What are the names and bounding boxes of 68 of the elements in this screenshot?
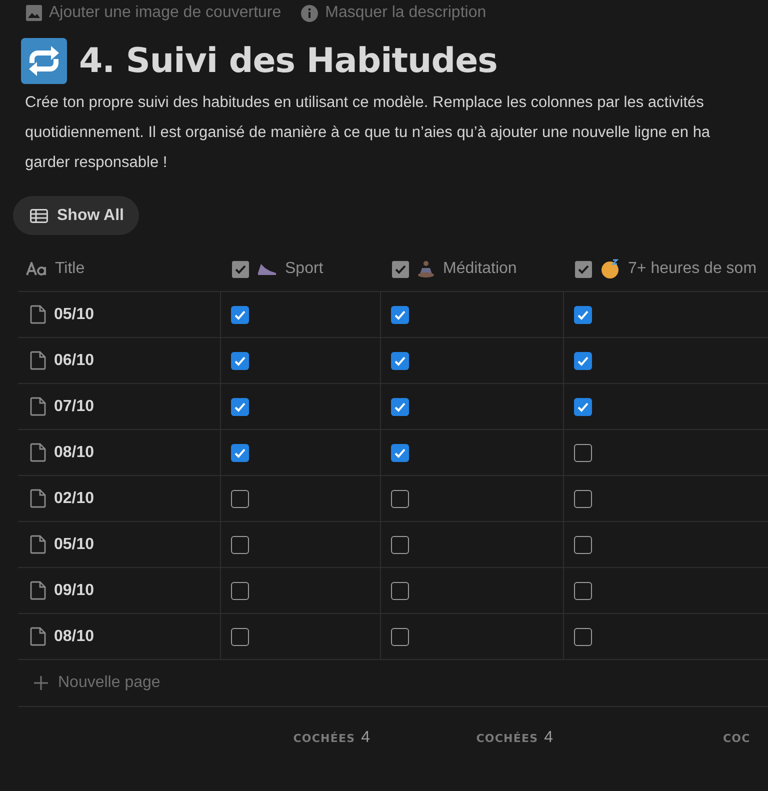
checkbox[interactable] <box>391 536 409 554</box>
image-icon <box>26 5 42 21</box>
column-header[interactable]: Sport <box>285 260 324 278</box>
checkbox[interactable] <box>231 490 249 508</box>
hide-description-button[interactable]: Masquer la description <box>301 4 486 22</box>
checkbox-property-icon <box>392 260 409 278</box>
plus-icon <box>34 676 48 690</box>
checkbox[interactable] <box>574 536 592 554</box>
row-title[interactable]: 08/10 <box>54 628 94 646</box>
info-icon <box>301 4 318 22</box>
checkbox[interactable] <box>391 306 409 324</box>
checkbox[interactable] <box>231 398 249 416</box>
checkbox[interactable] <box>231 536 249 554</box>
text-property-icon <box>26 262 47 276</box>
checkbox[interactable] <box>574 306 592 324</box>
checkbox[interactable] <box>574 444 592 462</box>
row-title[interactable]: 05/10 <box>54 536 94 554</box>
row-title[interactable]: 09/10 <box>54 582 94 600</box>
sneaker-icon <box>257 261 277 277</box>
checkbox[interactable] <box>391 444 409 462</box>
page-icon <box>30 581 46 600</box>
view-tab[interactable]: Show All <box>13 196 139 235</box>
page-title: 4. Suivi des Habitudes <box>79 41 498 81</box>
checkbox[interactable] <box>391 352 409 370</box>
page-icon <box>30 443 46 462</box>
page-description: Crée ton propre suivi des habitudes en utilisant ce modèle. Remplace les colonnes par les activités quotidiennement. Il est organisé de manière à ce que tu n’aies qu’à ajouter une nouvelle ligne en ha garder responsable ! <box>25 93 712 173</box>
checkbox[interactable] <box>391 628 409 646</box>
repeat-arrows-icon <box>21 38 67 84</box>
page-icon <box>30 535 46 554</box>
page-icon <box>30 489 46 508</box>
checkbox[interactable] <box>231 306 249 324</box>
new-page-label[interactable]: Nouvelle page <box>58 674 160 692</box>
checkbox-property-icon <box>575 260 592 278</box>
checkbox[interactable] <box>574 582 592 600</box>
checkbox[interactable] <box>391 398 409 416</box>
meditating-figure-icon <box>417 260 435 278</box>
table-icon <box>30 208 48 222</box>
calculation-value: 4 <box>361 729 370 747</box>
column-header[interactable]: Méditation <box>443 260 517 278</box>
checkbox[interactable] <box>574 628 592 646</box>
checkbox-property-icon <box>232 260 249 278</box>
add-cover-button[interactable]: Ajouter une image de couverture <box>26 4 282 22</box>
checkbox[interactable] <box>391 582 409 600</box>
calculation-label: COC <box>723 732 750 744</box>
new-page-row[interactable]: Nouvelle page <box>18 660 768 707</box>
checkbox[interactable] <box>231 352 249 370</box>
checkbox[interactable] <box>391 490 409 508</box>
column-header[interactable]: 7+ heures de som <box>628 260 757 278</box>
checkbox[interactable] <box>231 628 249 646</box>
checkbox[interactable] <box>231 444 249 462</box>
row-title[interactable]: 05/10 <box>54 306 94 324</box>
checkbox[interactable] <box>231 582 249 600</box>
checkbox[interactable] <box>574 490 592 508</box>
row-title[interactable]: 06/10 <box>54 352 94 370</box>
row-title[interactable]: 08/10 <box>54 444 94 462</box>
calculation-value: 4 <box>544 729 553 747</box>
sleep-emoji-icon <box>600 259 620 279</box>
checkbox[interactable] <box>574 398 592 416</box>
row-title[interactable]: 02/10 <box>54 490 94 508</box>
column-header[interactable]: Title <box>55 260 85 278</box>
page-icon <box>30 627 46 646</box>
page-icon <box>30 397 46 416</box>
page-icon <box>30 351 46 370</box>
calculation-label: COCHÉES <box>476 732 538 744</box>
row-title[interactable]: 07/10 <box>54 398 94 416</box>
calculation-label: COCHÉES <box>293 732 356 744</box>
checkbox[interactable] <box>574 352 592 370</box>
page-icon <box>30 305 46 324</box>
